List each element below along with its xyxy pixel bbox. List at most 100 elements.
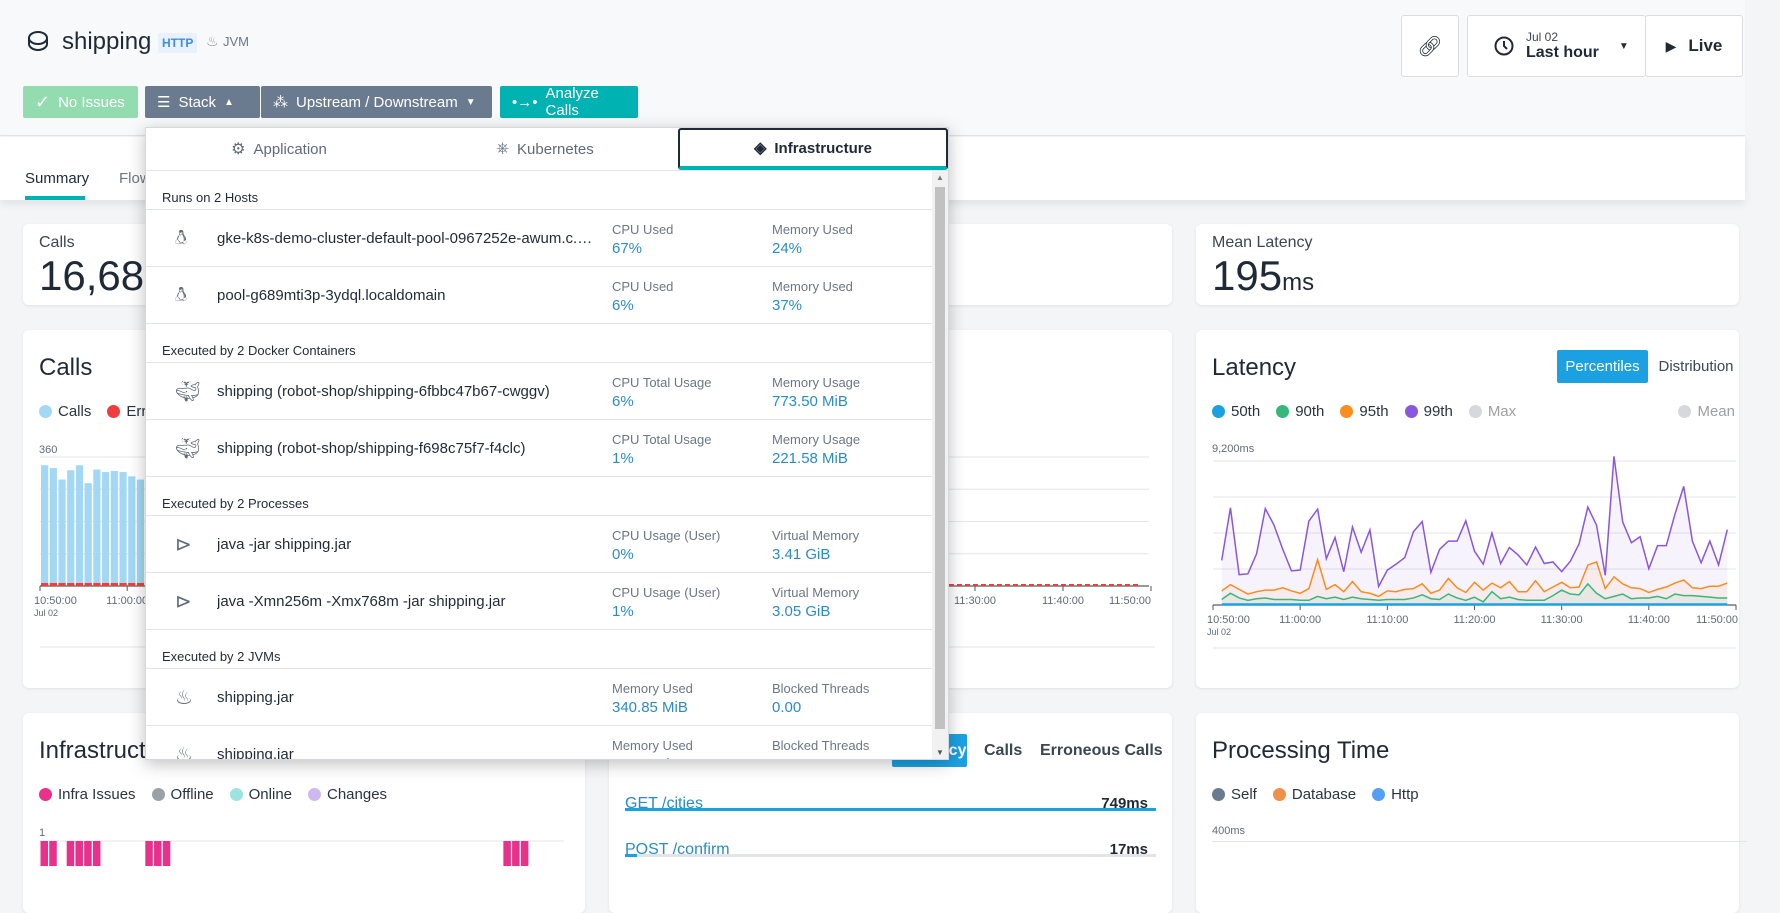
- metric-label: Memory Used: [772, 279, 853, 294]
- metric: Virtual Memory3.41 GiB: [772, 528, 859, 563]
- item-name: java -Xmn256m -Xmx768m -jar shipping.jar: [217, 593, 597, 610]
- stack-tab-label: Kubernetes: [517, 141, 594, 158]
- metric-label: Virtual Memory: [772, 585, 859, 600]
- section-header: Executed by 2 Docker Containers: [146, 324, 932, 363]
- calls-bar: [128, 476, 135, 586]
- stack-tab-kubernetes[interactable]: ⎈ Kubernetes: [412, 128, 678, 170]
- stack-tab-application[interactable]: ⚙Application: [146, 128, 412, 170]
- calls-bar: [93, 470, 100, 586]
- stack-tab-infrastructure[interactable]: ◈Infrastructure: [678, 128, 948, 170]
- metric-label: Memory Used: [612, 681, 693, 696]
- x-tick-label: 11:30:00: [1541, 614, 1583, 626]
- list-item[interactable]: 🐧︎gke-k8s-demo-cluster-default-pool-0967…: [146, 210, 932, 267]
- calls-bar: [111, 471, 118, 586]
- linux-host-icon: 🐧︎: [175, 226, 201, 252]
- metric: Blocked Threads 0.00: [772, 681, 869, 716]
- metric: CPU Used 67%: [612, 222, 673, 257]
- errors-bar: [102, 583, 109, 586]
- item-name: shipping.jar: [217, 689, 597, 706]
- x-tick-label: 11:20:00: [1453, 614, 1495, 626]
- list-item[interactable]: 🐧︎pool-g689mti3p-3ydql.localdomainCPU Us…: [146, 267, 932, 324]
- item-name: java -jar shipping.jar: [217, 536, 597, 553]
- metric-value: 773.50 MiB: [772, 393, 860, 410]
- x-tick-label: 10:50:00: [1207, 614, 1250, 626]
- metric-label: CPU Used: [612, 222, 673, 237]
- metric: CPU Total Usage 6%: [612, 375, 711, 410]
- x-tick-label: 11:00:00: [106, 595, 148, 607]
- scrollbar[interactable]: ▲▼: [932, 171, 948, 759]
- process-icon: ⊳: [175, 532, 201, 558]
- scroll-down-icon[interactable]: ▼: [936, 748, 944, 757]
- metric: Memory Used 50.99 MiB: [612, 738, 693, 759]
- process-icon: ⊳: [175, 589, 201, 615]
- metric: CPU Usage (User)0%: [612, 528, 720, 563]
- infra-issue-bar: [67, 841, 75, 866]
- list-item[interactable]: 🐳︎shipping (robot-shop/shipping-6fbbc47b…: [146, 363, 932, 420]
- infra-issue-bar: [49, 841, 57, 866]
- stack-dropdown: ⚙Application ⎈ Kubernetes ◈Infrastructure R…: [145, 127, 949, 760]
- metric-label: CPU Usage (User): [612, 528, 720, 543]
- infra-issue-bar: [512, 841, 520, 866]
- list-item[interactable]: ⊳ java -Xmn256m -Xmx768m -jar shipping.ja…: [146, 573, 932, 630]
- scroll-up-icon[interactable]: ▲: [936, 173, 944, 182]
- metric-value: 1%: [612, 450, 711, 467]
- list-item[interactable]: ♨shipping.jarMemory Used50.99 MiBBlocked…: [146, 726, 932, 759]
- metric-value: 24%: [772, 240, 853, 257]
- stack-dropdown-tabs: ⚙Application ⎈ Kubernetes ◈Infrastructure: [146, 128, 948, 171]
- metric-value: 0.00: [772, 699, 869, 716]
- list-item[interactable]: 🐳︎shipping (robot-shop/shipping-f698c75f…: [146, 420, 932, 477]
- infra-issue-bar: [521, 841, 529, 866]
- kubernetes-icon: ⎈: [496, 140, 509, 158]
- errors-bar: [58, 583, 65, 586]
- metric-value: 1%: [612, 603, 720, 620]
- metric-label: Memory Used: [612, 738, 693, 753]
- linux-host-icon: 🐧︎: [175, 283, 201, 309]
- errors-bar: [67, 583, 74, 586]
- metric-label: Virtual Memory: [772, 528, 859, 543]
- java-icon: ♨: [175, 742, 201, 759]
- stack-tab-label: Infrastructure: [774, 140, 872, 157]
- metric: Memory Used37%: [772, 279, 853, 314]
- errors-bar: [111, 583, 118, 586]
- metric: Memory Usage221.58 MiB: [772, 432, 860, 467]
- metric: Memory Used340.85 MiB: [612, 681, 693, 716]
- calls-bar: [137, 480, 144, 586]
- metric-value: 6%: [612, 393, 711, 410]
- errors-bar: [41, 583, 48, 586]
- y-tick-label: 9,200ms: [1212, 443, 1255, 455]
- list-item[interactable]: ♨ shipping.jar Memory Used340.85 MiB Blocke…: [146, 669, 932, 726]
- metric-label: Blocked Threads: [772, 681, 869, 696]
- y-tick-label: 360: [39, 444, 57, 456]
- metric-label: CPU Total Usage: [612, 375, 711, 390]
- java-icon: ♨: [175, 685, 201, 711]
- x-tick-label: 11:40:00: [1042, 595, 1084, 607]
- metric-label: Memory Usage: [772, 375, 860, 390]
- calls-bar: [102, 472, 109, 586]
- section-header: Executed by 2 JVMs: [146, 630, 932, 669]
- x-tick-label: 11:50:00: [1109, 595, 1151, 607]
- metric-label: CPU Usage (User): [612, 585, 720, 600]
- metric-value: 50.99 MiB: [612, 756, 693, 759]
- errors-bar: [50, 583, 57, 586]
- x-sub-label: Jul 02: [34, 608, 58, 618]
- errors-bar: [85, 583, 92, 586]
- scrollbar-thumb[interactable]: [935, 187, 945, 729]
- x-tick-label: 10:50:00: [34, 595, 77, 607]
- calls-bar: [50, 468, 57, 586]
- metric-label: CPU Used: [612, 279, 673, 294]
- infra-issue-bar: [154, 841, 162, 866]
- metric-value: 221.58 MiB: [772, 450, 860, 467]
- metric-label: CPU Total Usage: [612, 432, 711, 447]
- metric-value: 6%: [612, 297, 673, 314]
- metric: Memory Used24%: [772, 222, 853, 257]
- infra-issue-bar: [84, 841, 92, 866]
- metric-value: 67%: [612, 240, 673, 257]
- list-item[interactable]: ⊳ java -jar shipping.jar CPU Usage (User)0…: [146, 516, 932, 573]
- section-header: Runs on 2 Hosts: [146, 171, 932, 210]
- calls-bar: [85, 483, 92, 586]
- metric: CPU Usage (User) 1%: [612, 585, 720, 620]
- errors-bar: [137, 583, 144, 586]
- infra-issue-bar: [145, 841, 153, 866]
- item-name: shipping (robot-shop/shipping-6fbbc47b67…: [217, 383, 597, 400]
- calls-bar: [58, 480, 65, 586]
